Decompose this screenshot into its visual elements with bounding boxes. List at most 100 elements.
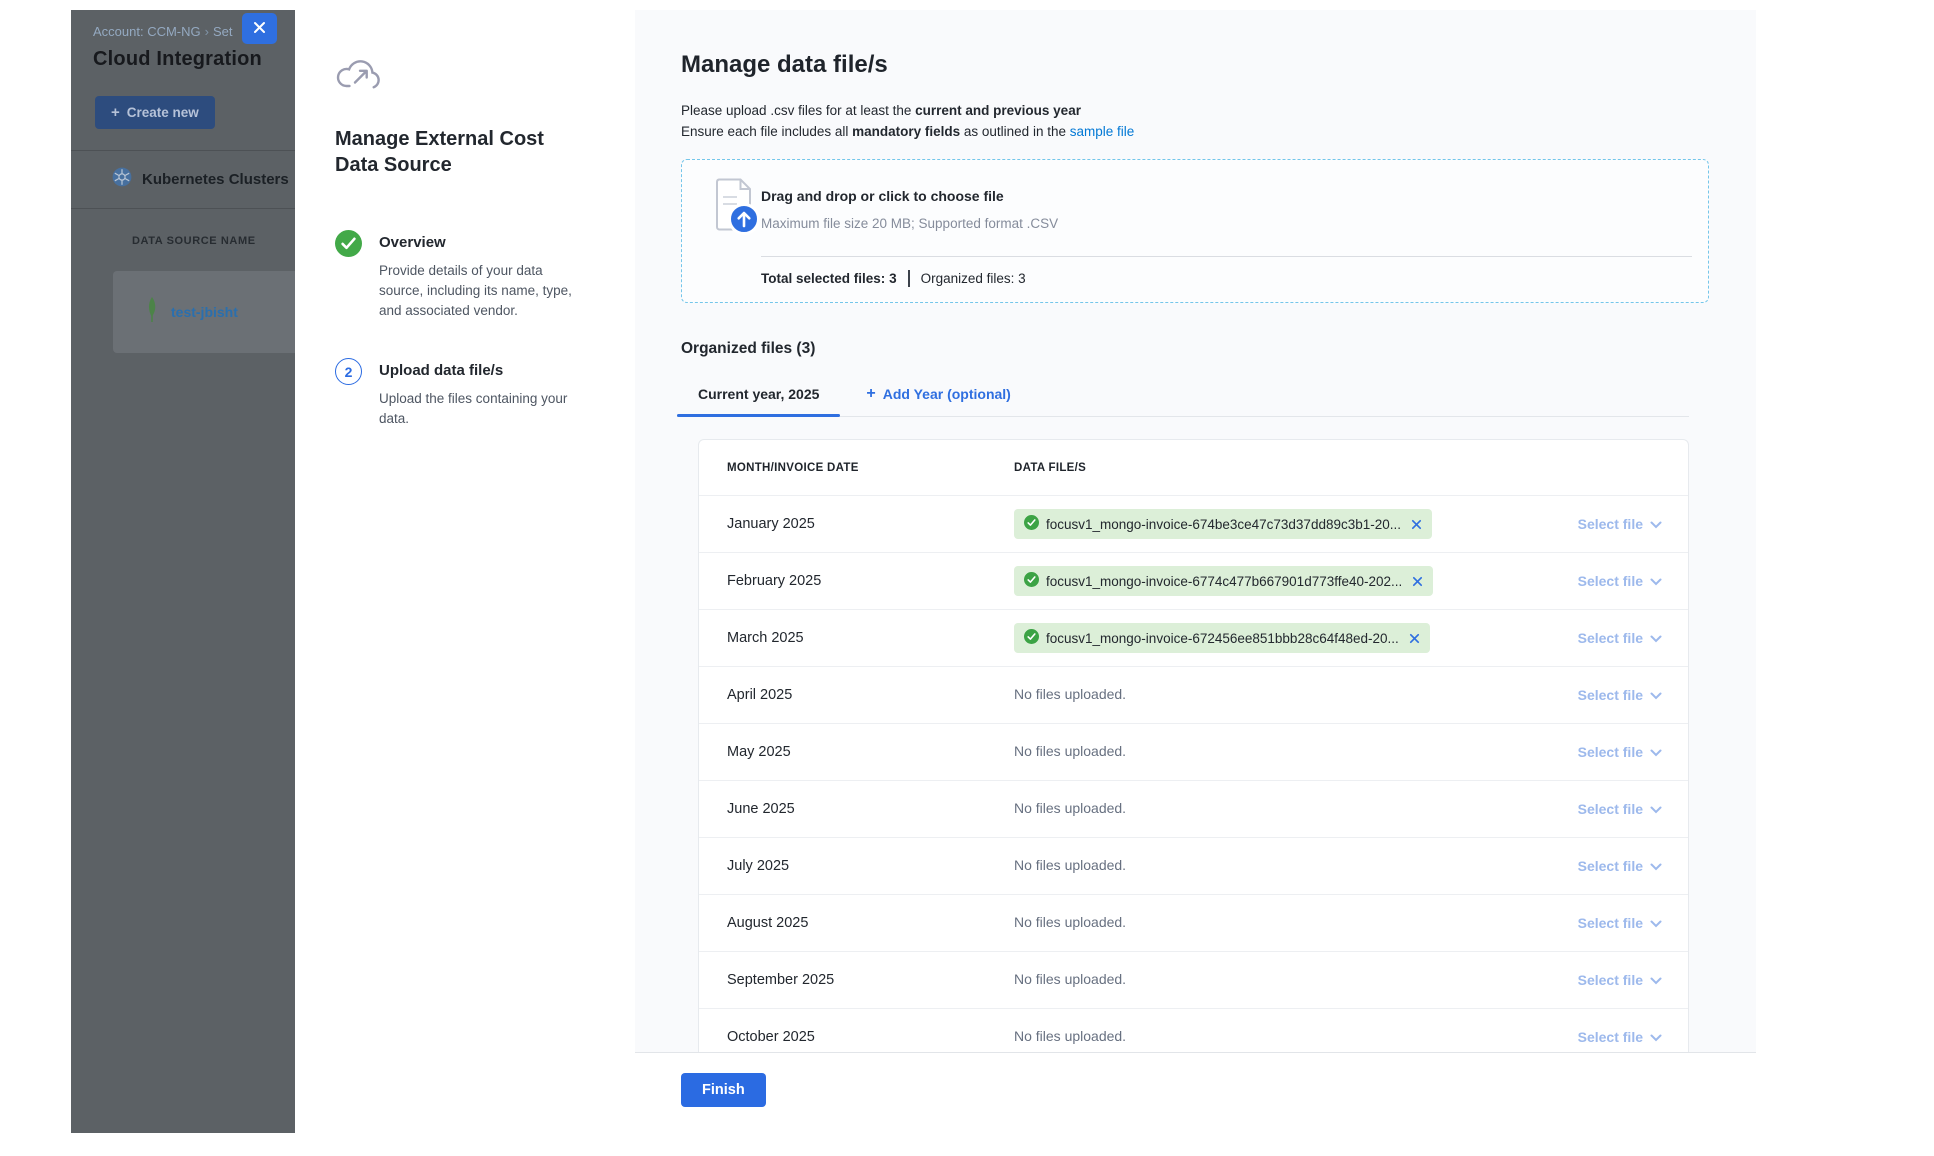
select-file-label: Select file [1578, 573, 1643, 589]
close-button[interactable] [242, 13, 277, 44]
file-chip-name: focusv1_mongo-invoice-674be3ce47c73d37dd… [1046, 517, 1401, 532]
file-dropzone[interactable]: Drag and drop or click to choose file Ma… [681, 159, 1709, 303]
cloud-export-icon [335, 55, 597, 100]
chevron-down-icon [1650, 858, 1662, 874]
dropzone-subtitle: Maximum file size 20 MB; Supported forma… [761, 216, 1058, 231]
file-cell: No files uploaded. [1014, 1028, 1536, 1046]
check-circle-icon [1024, 629, 1039, 647]
add-year-button[interactable]: + Add Year (optional) [866, 374, 1010, 416]
file-chip-name: focusv1_mongo-invoice-672456ee851bbb28c6… [1046, 631, 1399, 646]
file-cell: No files uploaded. [1014, 800, 1536, 818]
sample-file-link[interactable]: sample file [1070, 124, 1135, 139]
month-label: May 2025 [699, 744, 1014, 760]
instruction-line-2: Ensure each file includes all mandatory … [681, 121, 1756, 142]
tab-current-year[interactable]: Current year, 2025 [677, 374, 840, 416]
total-selected-value: 3 [889, 271, 897, 286]
instruction-line-1: Please upload .csv files for at least th… [681, 100, 1756, 121]
instruction-2-bold: mandatory fields [852, 124, 960, 139]
step-complete-check-icon [335, 230, 362, 257]
check-circle-icon [1024, 572, 1039, 590]
file-cell: No files uploaded. [1014, 686, 1536, 704]
step-overview-body: Overview Provide details of your data so… [379, 230, 587, 321]
select-file-dropdown[interactable]: Select file [1536, 972, 1688, 988]
upload-instructions: Please upload .csv files for at least th… [681, 100, 1756, 142]
page-title: Cloud Integration [93, 48, 295, 71]
main-panel: Manage data file/s Please upload .csv fi… [635, 10, 1756, 1133]
select-file-dropdown[interactable]: Select file [1536, 630, 1688, 646]
select-file-dropdown[interactable]: Select file [1536, 687, 1688, 703]
months-table-card: MONTH/INVOICE DATE DATA FILE/S January 2… [698, 439, 1689, 1052]
select-file-label: Select file [1578, 630, 1643, 646]
month-label: June 2025 [699, 801, 1014, 817]
main-content: Manage data file/s Please upload .csv fi… [635, 10, 1756, 1052]
step-overview[interactable]: Overview Provide details of your data so… [335, 230, 597, 321]
chevron-down-icon [1650, 972, 1662, 988]
organized-files-value: 3 [1018, 271, 1026, 286]
step-upload-body: Upload data file/s Upload the files cont… [379, 358, 587, 429]
table-row: June 2025 No files uploaded. Select file [699, 780, 1688, 837]
select-file-dropdown[interactable]: Select file [1536, 858, 1688, 874]
data-source-name-link[interactable]: test-jbisht [171, 304, 238, 320]
month-table-body: January 2025 focusv1_mongo-invoice-674be… [699, 495, 1688, 1052]
finish-button[interactable]: Finish [681, 1073, 766, 1107]
dropzone-title: Drag and drop or click to choose file [761, 188, 1004, 204]
select-file-dropdown[interactable]: Select file [1536, 516, 1688, 532]
add-year-label: Add Year (optional) [883, 386, 1011, 402]
create-new-button[interactable]: + Create new [95, 96, 215, 129]
select-file-dropdown[interactable]: Select file [1536, 801, 1688, 817]
month-label: July 2025 [699, 858, 1014, 874]
organized-files-heading: Organized files (3) [681, 340, 1756, 358]
dropzone-file-counts: Total selected files: 3 Organized files:… [761, 270, 1026, 287]
select-file-label: Select file [1578, 972, 1643, 988]
column-header-data-source-name: DATA SOURCE NAME [71, 209, 295, 247]
table-row: October 2025 No files uploaded. Select f… [699, 1008, 1688, 1052]
file-cell: No files uploaded. [1014, 971, 1536, 989]
kubernetes-icon [112, 167, 132, 192]
file-cell: focusv1_mongo-invoice-6774c477b667901d77… [1014, 566, 1536, 596]
table-row: January 2025 focusv1_mongo-invoice-674be… [699, 495, 1688, 552]
chevron-down-icon [1650, 915, 1662, 931]
remove-file-icon[interactable] [1409, 633, 1420, 644]
select-file-dropdown[interactable]: Select file [1536, 744, 1688, 760]
empty-text: No files uploaded. [1014, 800, 1126, 816]
breadcrumb-next-link[interactable]: Set [213, 24, 233, 39]
organized-files-label: Organized files: [921, 271, 1015, 286]
month-label: February 2025 [699, 573, 1014, 589]
chevron-down-icon [1650, 630, 1662, 646]
data-source-row[interactable]: test-jbisht [113, 271, 295, 353]
remove-file-icon[interactable] [1412, 576, 1423, 587]
select-file-dropdown[interactable]: Select file [1536, 573, 1688, 589]
table-row: March 2025 focusv1_mongo-invoice-672456e… [699, 609, 1688, 666]
plus-icon: + [866, 386, 875, 402]
check-circle-icon [1024, 515, 1039, 533]
file-upload-icon [711, 177, 765, 242]
remove-file-icon[interactable] [1411, 519, 1422, 530]
table-row: April 2025 No files uploaded. Select fil… [699, 666, 1688, 723]
step-upload-data-files[interactable]: 2 Upload data file/s Upload the files co… [335, 358, 597, 429]
select-file-dropdown[interactable]: Select file [1536, 915, 1688, 931]
file-cell: No files uploaded. [1014, 857, 1536, 875]
select-file-label: Select file [1578, 915, 1643, 931]
month-label: October 2025 [699, 1029, 1014, 1045]
column-header-month: MONTH/INVOICE DATE [699, 462, 1014, 474]
dropzone-divider [761, 256, 1692, 257]
select-file-label: Select file [1578, 516, 1643, 532]
select-file-label: Select file [1578, 801, 1643, 817]
main-title: Manage data file/s [681, 51, 1756, 79]
file-cell: focusv1_mongo-invoice-674be3ce47c73d37dd… [1014, 509, 1536, 539]
step-overview-description: Provide details of your data source, inc… [379, 261, 587, 321]
month-label: September 2025 [699, 972, 1014, 988]
tab-kubernetes-clusters[interactable]: Kubernetes Clusters [71, 151, 295, 209]
select-file-dropdown[interactable]: Select file [1536, 1029, 1688, 1045]
tab-kubernetes-clusters-label: Kubernetes Clusters [142, 171, 289, 188]
chevron-down-icon [1650, 573, 1662, 589]
select-file-label: Select file [1578, 858, 1643, 874]
select-file-label: Select file [1578, 744, 1643, 760]
footer: Finish [635, 1052, 1756, 1133]
background-page: Account: CCM-NG›Set Cloud Integration + … [71, 10, 295, 1133]
instruction-2-text2: as outlined in the [960, 124, 1070, 139]
breadcrumb-account-link[interactable]: Account: CCM-NG [93, 24, 201, 39]
empty-text: No files uploaded. [1014, 686, 1126, 702]
file-chip: focusv1_mongo-invoice-674be3ce47c73d37dd… [1014, 509, 1432, 539]
file-chip-name: focusv1_mongo-invoice-6774c477b667901d77… [1046, 574, 1402, 589]
